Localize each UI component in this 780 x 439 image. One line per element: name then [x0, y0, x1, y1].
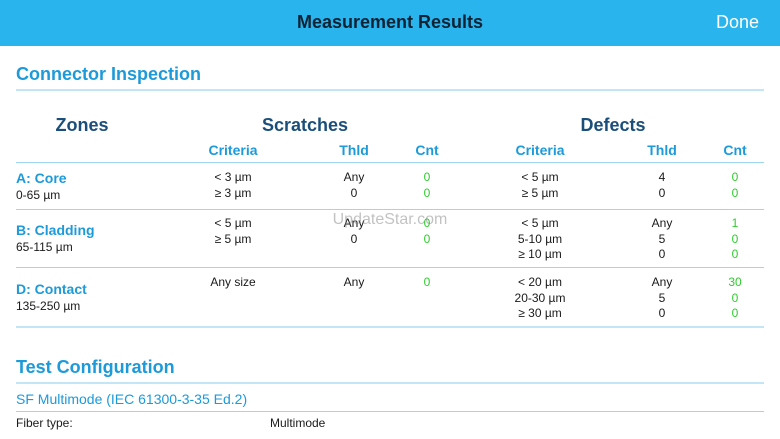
threshold-value: Any	[651, 216, 673, 230]
count-value: 30	[728, 275, 742, 289]
threshold-value: Any	[651, 275, 673, 289]
row-divider	[16, 209, 764, 210]
count-value: 1	[731, 216, 739, 230]
criteria-value: ≥ 5 µm	[521, 185, 559, 200]
zone-name: B: Cladding	[16, 222, 95, 238]
zones-header: Zones	[55, 115, 109, 135]
fiber-type-label: Fiber type:	[16, 416, 73, 430]
defect-criteria-cell: < 5 µm ≥ 5 µm	[500, 170, 580, 201]
scratch-thld-cell: Any	[324, 275, 384, 291]
threshold-value: 5	[658, 290, 666, 305]
defect-cnt-cell: 0 0	[715, 170, 755, 201]
fiber-type-value: Multimode	[270, 416, 326, 430]
count-value: 0	[731, 170, 739, 184]
row-divider	[16, 411, 764, 412]
test-configuration-title: Test Configuration	[16, 357, 175, 377]
scratch-cnt-cell: 0	[407, 275, 447, 291]
defects-header: Defects	[580, 115, 646, 135]
criteria-value: < 5 µm	[521, 216, 559, 230]
scratch-thld-header: Thld	[339, 142, 369, 158]
zone-range: 135-250 µm	[16, 299, 81, 313]
section-divider	[16, 326, 764, 328]
done-button[interactable]: Done	[716, 12, 759, 33]
criteria-value: < 20 µm	[518, 275, 562, 289]
scratch-cnt-cell: 0 0	[407, 216, 447, 247]
threshold-value: Any	[343, 170, 365, 184]
defect-thld-cell: Any 5 0	[632, 216, 692, 263]
criteria-value: ≥ 10 µm	[518, 247, 562, 261]
defect-cnt-cell: 1 0 0	[715, 216, 755, 263]
connector-inspection-title: Connector Inspection	[16, 64, 202, 84]
zone-range: 65-115 µm	[16, 240, 73, 254]
threshold-value: 0	[350, 231, 358, 246]
criteria-value: 5-10 µm	[517, 231, 563, 246]
threshold-value: 0	[350, 185, 358, 200]
scratch-criteria-cell: < 5 µm ≥ 5 µm	[193, 216, 273, 247]
threshold-value: 0	[658, 185, 666, 200]
criteria-value: Any size	[210, 275, 256, 289]
count-value: 0	[423, 185, 431, 200]
criteria-value: ≥ 30 µm	[518, 306, 562, 320]
threshold-value: Any	[343, 216, 365, 230]
scratch-criteria-cell: < 3 µm ≥ 3 µm	[193, 170, 273, 201]
defect-cnt-cell: 30 0 0	[715, 275, 755, 322]
count-value: 0	[423, 216, 431, 230]
test-standard: SF Multimode (IEC 61300-3-35 Ed.2)	[16, 391, 248, 407]
count-value: 0	[731, 247, 739, 261]
defect-criteria-cell: < 5 µm 5-10 µm ≥ 10 µm	[500, 216, 580, 263]
scratch-thld-cell: Any 0	[324, 170, 384, 201]
criteria-value: < 5 µm	[214, 216, 252, 230]
row-divider	[16, 267, 764, 268]
defect-criteria-header: Criteria	[515, 142, 565, 158]
count-value: 0	[423, 275, 431, 289]
threshold-value: 4	[658, 170, 666, 184]
scratch-thld-cell: Any 0	[324, 216, 384, 247]
nav-bar: Measurement Results Done	[0, 0, 780, 46]
page-title: Measurement Results	[296, 12, 484, 32]
count-value: 0	[731, 231, 739, 246]
count-value: 0	[731, 290, 739, 305]
threshold-value: 0	[658, 247, 666, 261]
criteria-value: < 3 µm	[214, 170, 252, 184]
count-value: 0	[731, 306, 739, 320]
zone-range: 0-65 µm	[16, 188, 61, 202]
zone-name: D: Contact	[16, 281, 87, 297]
count-value: 0	[731, 185, 739, 200]
defect-thld-cell: Any 5 0	[632, 275, 692, 322]
scratch-criteria-header: Criteria	[208, 142, 258, 158]
criteria-value: < 5 µm	[521, 170, 559, 184]
defect-cnt-header: Cnt	[723, 142, 747, 158]
criteria-value: 20-30 µm	[514, 290, 566, 305]
scratch-cnt-header: Cnt	[415, 142, 439, 158]
criteria-value: ≥ 3 µm	[214, 185, 252, 200]
section-divider	[16, 89, 764, 91]
count-value: 0	[423, 170, 431, 184]
defect-criteria-cell: < 20 µm 20-30 µm ≥ 30 µm	[500, 275, 580, 322]
threshold-value: 0	[658, 306, 666, 320]
scratch-criteria-cell: Any size	[193, 275, 273, 291]
threshold-value: Any	[343, 275, 365, 289]
zone-name: A: Core	[16, 170, 67, 186]
threshold-value: 5	[658, 231, 666, 246]
scratch-cnt-cell: 0 0	[407, 170, 447, 201]
count-value: 0	[423, 231, 431, 246]
row-divider	[16, 162, 764, 163]
criteria-value: ≥ 5 µm	[214, 231, 252, 246]
section-divider	[16, 382, 764, 384]
defect-thld-cell: 4 0	[632, 170, 692, 201]
defect-thld-header: Thld	[647, 142, 677, 158]
scratches-header: Scratches	[261, 115, 349, 135]
